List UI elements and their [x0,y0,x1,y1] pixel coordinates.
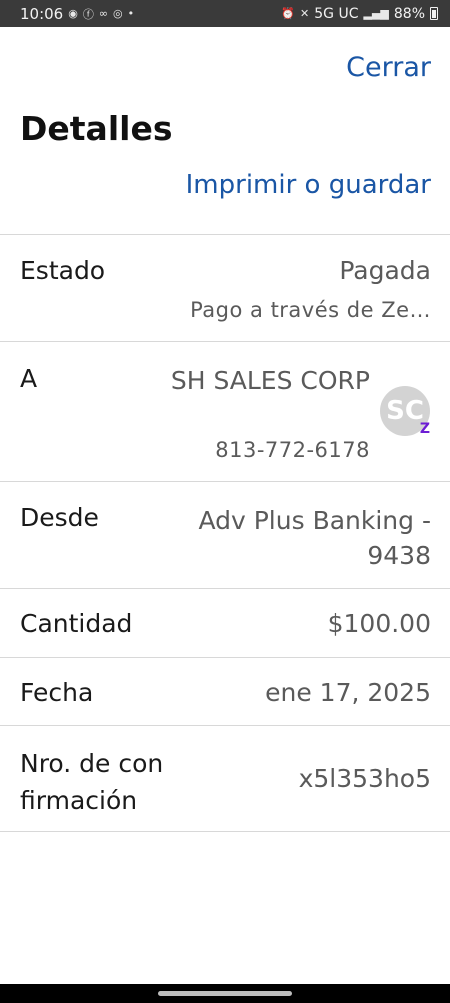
fecha-label: Fecha [20,678,94,707]
estado-subtext: Pago a través de Ze… [190,298,431,322]
detail-row-recipient: A SH SALES CORP 813-772-6178 SC Z [0,341,450,481]
detail-row-confirmacion: Nro. de con firmación x5l353ho5 [0,725,450,832]
recipient-phone: 813-772-6178 [215,438,370,462]
desde-value: Adv Plus Banking - 9438 [198,506,431,570]
battery-icon [430,7,438,20]
print-or-save-button[interactable]: Imprimir o guardar [186,170,431,200]
close-button[interactable]: Cerrar [346,52,431,83]
facebook-icon: ⓕ [82,7,94,21]
status-time: 10:06 [20,4,64,23]
details-header: Cerrar Detalles Imprimir o guardar [0,27,450,235]
recipient-name: SH SALES CORP [170,366,370,395]
zelle-icon: Z [419,421,430,437]
status-right: ⏰ ✕ 5G UC ▂▄▆ 88% [281,6,438,22]
fecha-value: ene 17, 2025 [265,678,431,707]
home-gesture-handle[interactable] [158,991,292,996]
desde-label: Desde [20,503,99,532]
confirmacion-label: Nro. de con firmación [20,749,164,815]
status-bar: 10:06 ◉ ⓕ ∞ ◎ • ⏰ ✕ 5G UC ▂▄▆ 88% [0,0,450,27]
detail-row-fecha: Fecha ene 17, 2025 [0,657,450,725]
estado-label: Estado [20,256,106,285]
cantidad-label: Cantidad [20,609,133,638]
recipient-label: A [20,364,38,393]
cantidad-value: $100.00 [327,609,431,638]
dot-icon: • [127,7,135,20]
network-label: 5G UC [314,5,359,22]
status-left: 10:06 ◉ ⓕ ∞ ◎ • [20,5,134,23]
detail-row-cantidad: Cantidad $100.00 [0,588,450,657]
details-list: Estado Pagada Pago a través de Ze… A SH … [0,234,450,832]
signal-icon: ▂▄▆ [363,7,389,20]
estado-value: Pagada [339,256,431,285]
confirmacion-value: x5l353ho5 [298,764,431,793]
navigation-bar [0,984,450,1003]
hotspot-icon: ◎ [113,7,123,20]
page-title: Detalles [20,109,173,148]
battery-percent: 88% [393,5,425,22]
voicemail-icon: ∞ [98,7,109,20]
mute-icon: ✕ [300,7,310,20]
detail-row-estado: Estado Pagada Pago a través de Ze… [0,234,450,341]
detail-row-desde: Desde Adv Plus Banking - 9438 [0,481,450,588]
messenger-icon: ◉ [68,7,78,20]
alarm-icon: ⏰ [281,7,296,20]
